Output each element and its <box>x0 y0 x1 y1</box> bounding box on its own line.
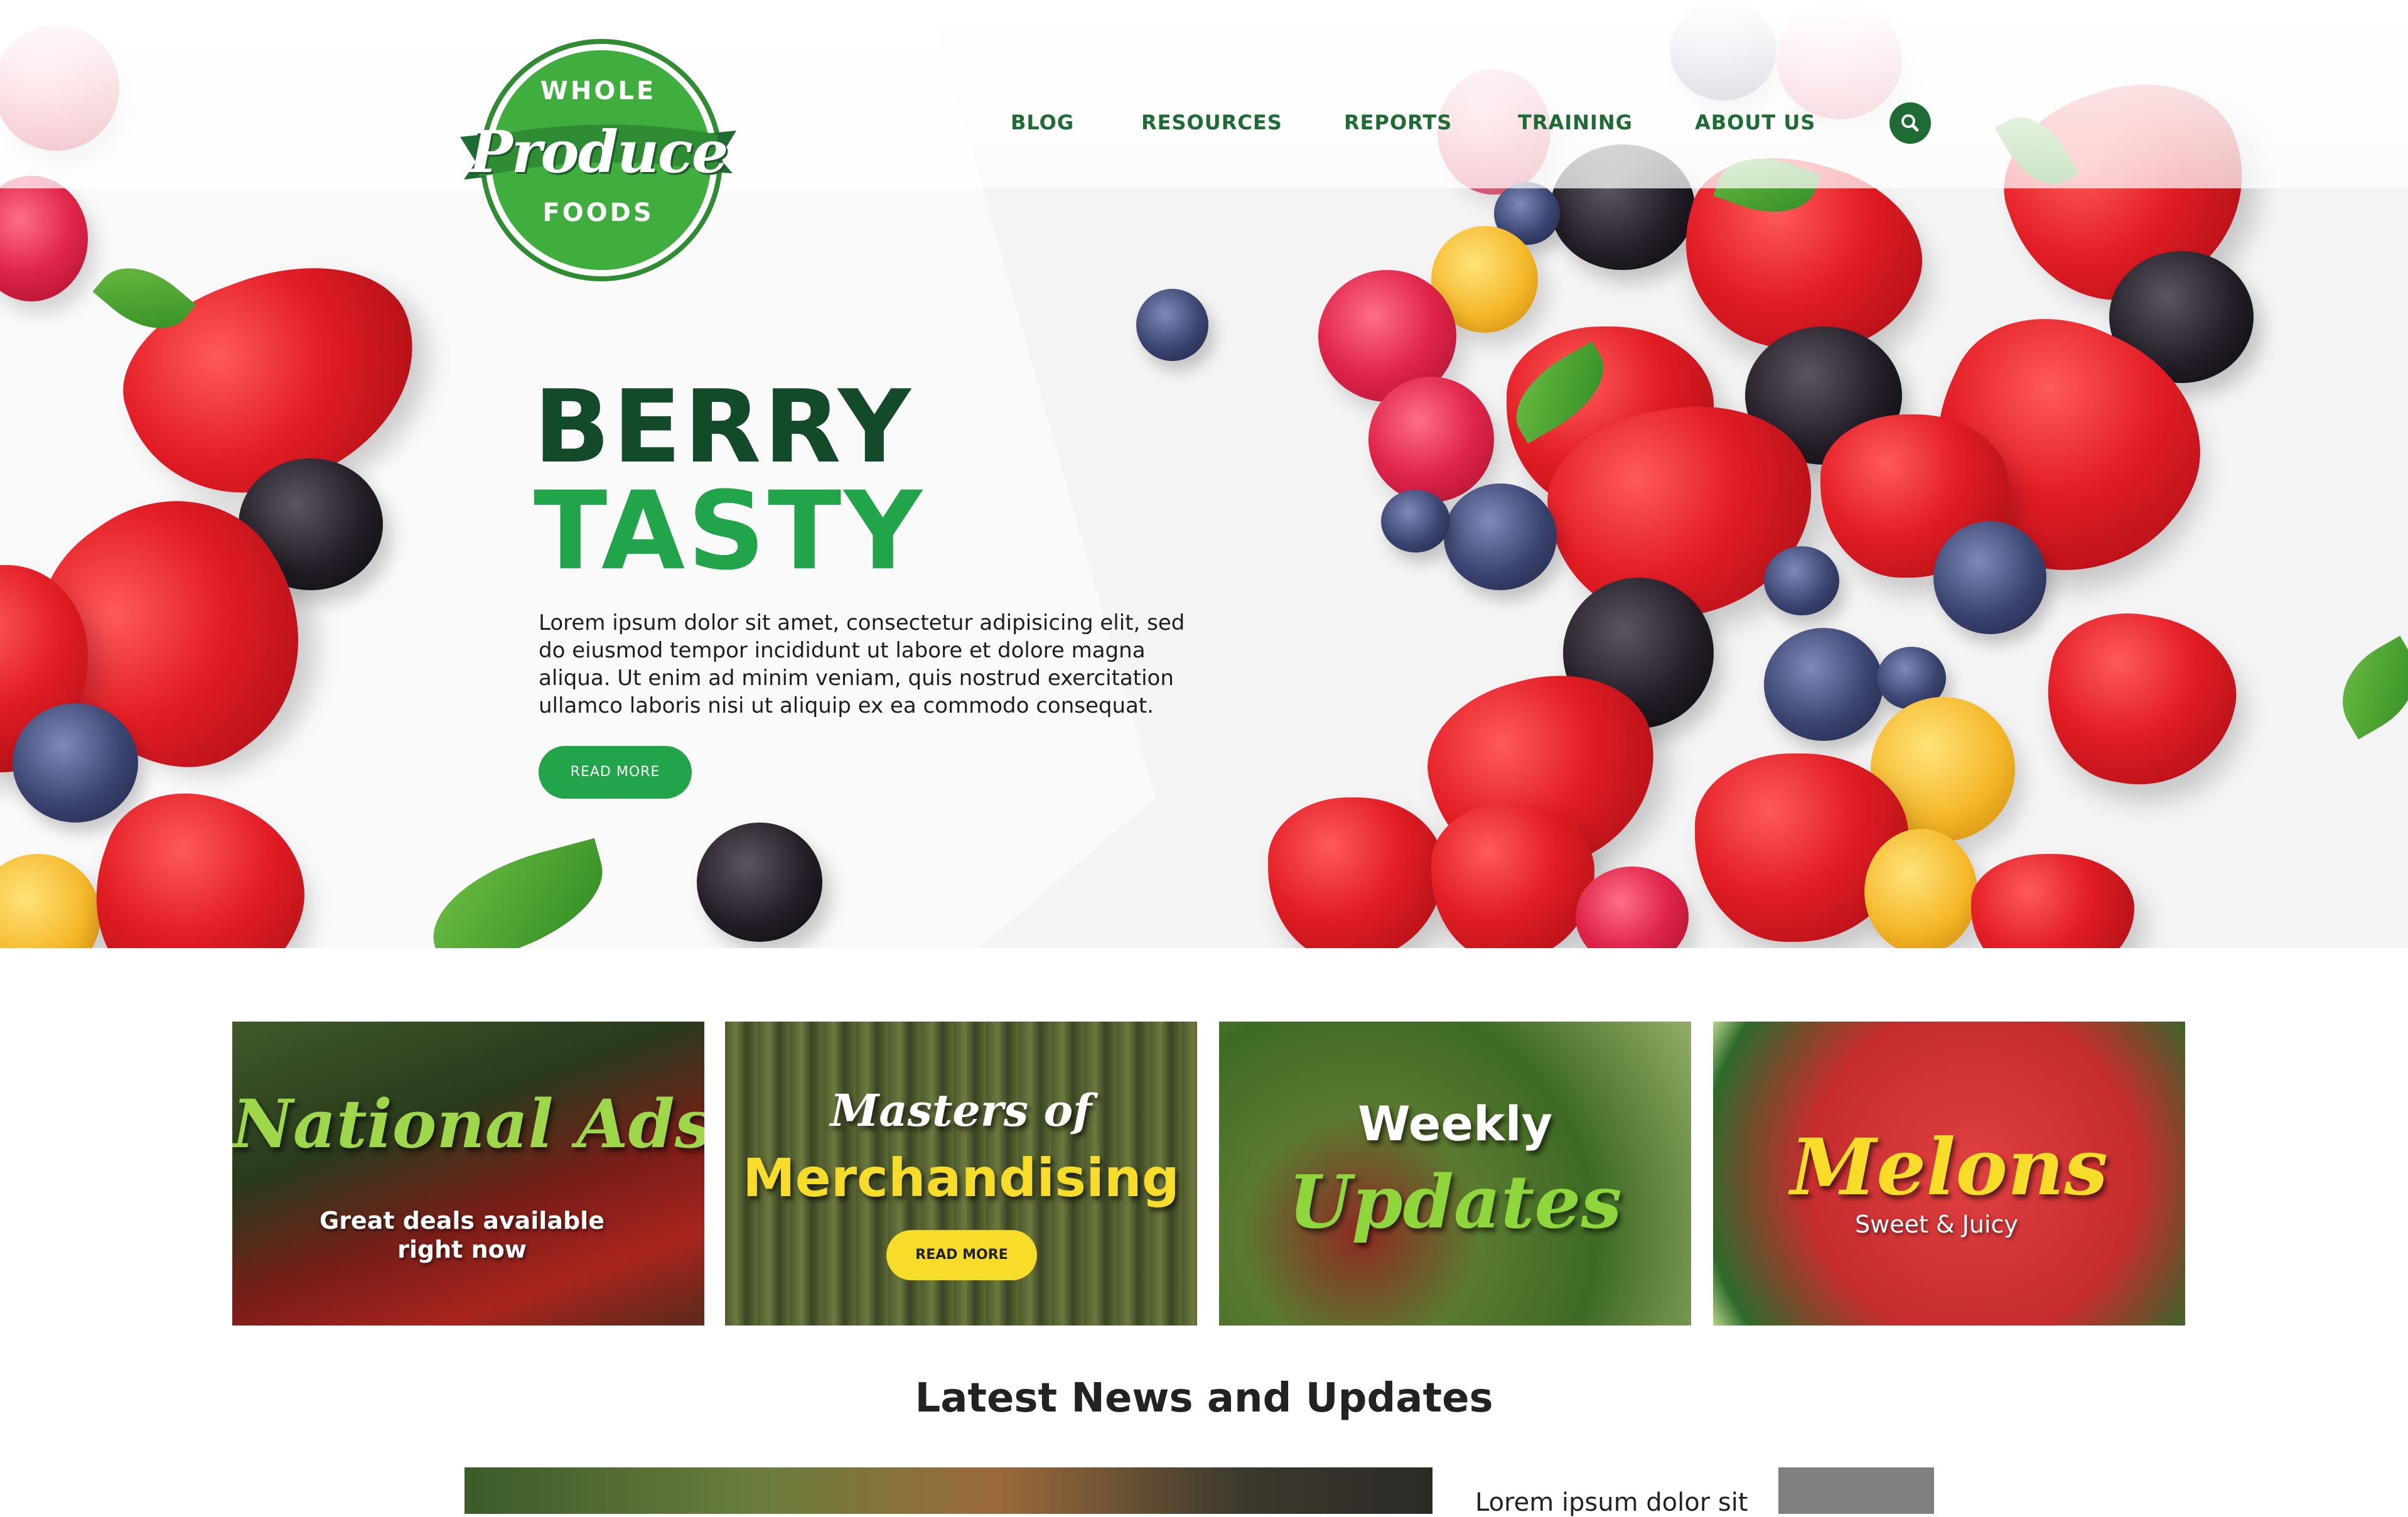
nav-link-about-us[interactable]: ABOUT US <box>1695 111 1815 136</box>
news-section-heading: Latest News and Updates <box>915 1375 1493 1422</box>
tile-read-more-button[interactable]: READ MORE <box>886 1230 1037 1280</box>
tile-melons[interactable]: Melons Sweet & Juicy <box>1713 1022 2185 1325</box>
tile-weekly-updates[interactable]: Weekly Updates <box>1219 1022 1691 1325</box>
tile-title-line2: Merchandising <box>743 1147 1180 1209</box>
raspberry-image <box>1368 377 1494 502</box>
tile-title: Melons <box>1790 1122 2108 1213</box>
tile-subtitle-line2: right now <box>397 1236 527 1263</box>
hero-description: Lorem ipsum dolor sit amet, consectetur … <box>539 610 1185 718</box>
blueberry-image <box>1764 546 1839 615</box>
blueberry-image <box>1933 521 2046 634</box>
hero-title-line1: BERRY <box>534 368 913 485</box>
blueberry-image <box>1136 289 1208 361</box>
blackberry-image <box>697 823 822 942</box>
news-feature-image[interactable] <box>465 1467 1432 1514</box>
tile-title: National Ads <box>232 1084 704 1163</box>
logo-script-word: Produce <box>469 118 729 186</box>
blueberry-image <box>1764 628 1883 741</box>
hero-read-more-button[interactable]: READ MORE <box>539 746 692 799</box>
tile-title-line1: Masters of <box>830 1084 1092 1136</box>
hero-title-line2: TASTY <box>534 468 925 594</box>
logo-word-top: WHOLE <box>540 77 657 105</box>
nav-link-blog[interactable]: BLOG <box>1011 111 1074 136</box>
tile-national-ads[interactable]: National Ads Great deals available right… <box>232 1022 704 1325</box>
search-button[interactable] <box>1889 102 1931 144</box>
golden-raspberry-image <box>1864 829 1977 948</box>
tile-subtitle: Sweet & Juicy <box>1855 1211 2018 1238</box>
logo-word-bottom: FOODS <box>542 198 654 227</box>
strawberry-image <box>1268 797 1444 948</box>
blueberry-image <box>1444 483 1557 590</box>
news-item-title[interactable]: Lorem ipsum dolor sit <box>1475 1488 1748 1517</box>
search-icon <box>1901 114 1919 132</box>
tile-title-line2: Updates <box>1288 1160 1622 1245</box>
tile-masters-of-merchandising[interactable]: Masters of Merchandising READ MORE <box>725 1022 1197 1325</box>
blueberry-image <box>1381 490 1450 553</box>
whole-produce-foods-logo[interactable]: WHOLE Produce FOODS <box>460 38 736 276</box>
tile-title-line1: Weekly <box>1357 1096 1553 1152</box>
tile-subtitle-line1: Great deals available <box>320 1207 605 1234</box>
strawberry-image <box>1431 804 1594 948</box>
blueberry-image <box>13 703 138 823</box>
news-thumbnail-image[interactable] <box>1778 1467 1934 1514</box>
header-bar <box>0 0 2408 188</box>
nav-link-reports[interactable]: REPORTS <box>1344 111 1452 136</box>
nav-link-training[interactable]: TRAINING <box>1518 111 1633 136</box>
nav-link-resources[interactable]: RESOURCES <box>1141 111 1282 136</box>
